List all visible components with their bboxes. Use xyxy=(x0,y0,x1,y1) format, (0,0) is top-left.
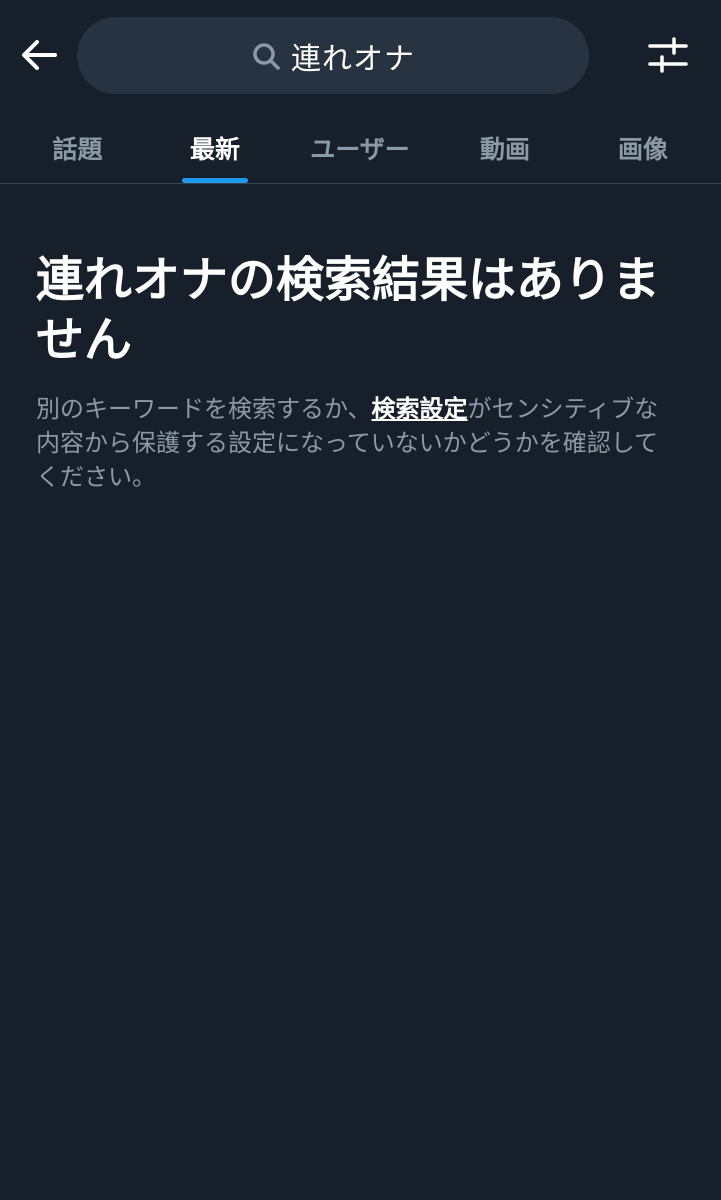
tab-users[interactable]: ユーザー xyxy=(275,112,445,183)
tab-label: ユーザー xyxy=(310,134,410,164)
empty-state-title: 連れオナの検索結果はありません xyxy=(36,252,661,368)
arrow-left-icon xyxy=(22,40,57,70)
sliders-icon xyxy=(648,37,688,73)
search-settings-link[interactable]: 検索設定 xyxy=(372,395,468,423)
tab-latest[interactable]: 最新 xyxy=(155,112,275,183)
top-bar: 連れオナ xyxy=(0,0,721,112)
search-results-screen: 連れオナ 話題 最新 ユーザー 動画 画像 連れオナの検索結果はありません 別の… xyxy=(0,0,721,1200)
tab-label: 画像 xyxy=(617,134,668,164)
empty-state: 連れオナの検索結果はありません 別のキーワードを検索するか、検索設定がセンシティ… xyxy=(36,250,676,494)
description-text-before: 別のキーワードを検索するか、 xyxy=(36,395,372,423)
tab-videos[interactable]: 動画 xyxy=(445,112,565,183)
active-tab-indicator xyxy=(182,178,248,183)
tab-label: 動画 xyxy=(479,134,530,164)
tab-images[interactable]: 画像 xyxy=(565,112,721,183)
search-filter-button[interactable] xyxy=(640,30,696,80)
tab-label: 最新 xyxy=(189,134,240,164)
search-tabs: 話題 最新 ユーザー 動画 画像 xyxy=(0,112,721,184)
search-query-text: 連れオナ xyxy=(291,41,415,77)
back-button[interactable] xyxy=(14,32,64,78)
empty-state-description: 別のキーワードを検索するか、検索設定がセンシティブな内容から保護する設定になって… xyxy=(36,392,676,494)
tab-top[interactable]: 話題 xyxy=(0,112,155,183)
search-input[interactable]: 連れオナ xyxy=(77,17,589,94)
search-icon xyxy=(251,41,281,71)
tab-label: 話題 xyxy=(52,134,103,164)
